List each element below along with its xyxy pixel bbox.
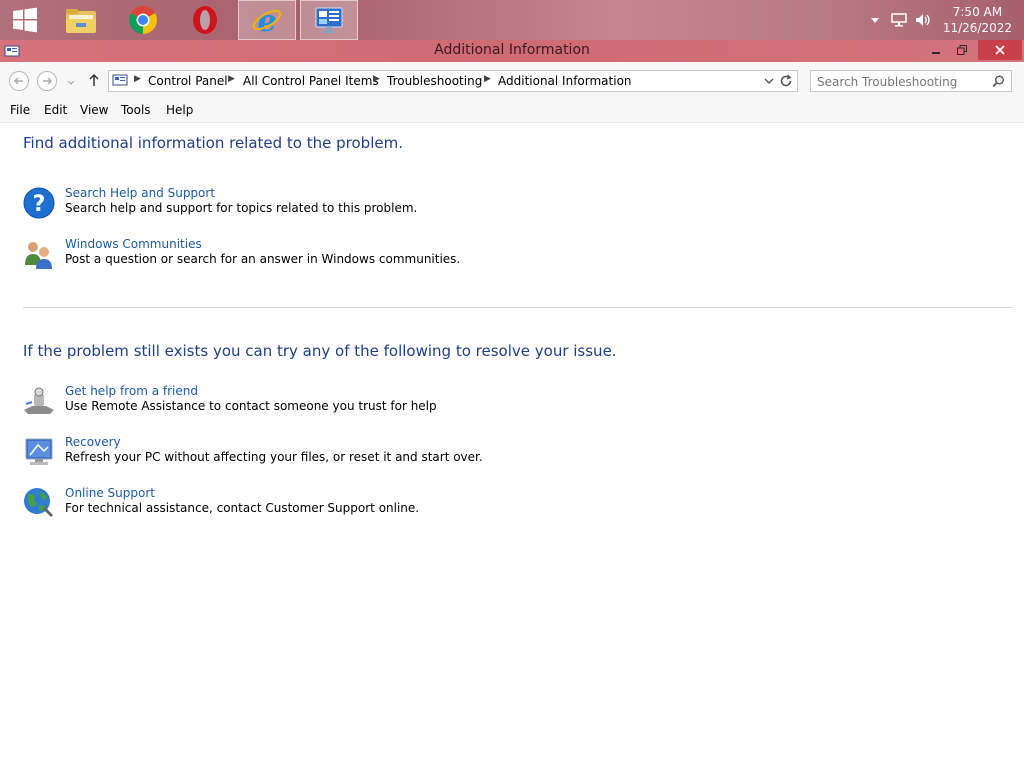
window-title: Additional Information — [434, 42, 590, 58]
task-link[interactable]: Windows Communities — [65, 237, 202, 251]
breadcrumb-separator-icon[interactable]: ▶ — [228, 74, 235, 84]
menu-help[interactable]: Help — [166, 103, 193, 117]
svg-text:e: e — [257, 4, 276, 36]
task-description: Use Remote Assistance to contact someone… — [65, 399, 437, 413]
task-link[interactable]: Online Support — [65, 486, 155, 500]
taskbar-opera[interactable] — [176, 0, 234, 40]
task-description: Post a question or search for an answer … — [65, 252, 461, 266]
task-link[interactable]: Search Help and Support — [65, 186, 215, 200]
clock[interactable]: 7:50 AM 11/26/2022 — [937, 4, 1024, 36]
clock-date: 11/26/2022 — [942, 21, 1012, 35]
restore-icon — [957, 45, 967, 55]
breadcrumb-additional-information[interactable]: Additional Information — [498, 74, 632, 88]
arrow-up-icon — [89, 73, 99, 86]
chevron-down-icon — [764, 78, 774, 84]
task-link[interactable]: Recovery — [65, 435, 121, 449]
refresh-button[interactable] — [776, 72, 796, 90]
chevron-down-icon — [67, 80, 75, 85]
address-bar[interactable]: ▶ Control Panel ▶ All Control Panel Item… — [108, 70, 798, 92]
show-hidden-icons-button[interactable] — [865, 10, 885, 30]
globe-icon — [24, 488, 54, 518]
section-heading-additional-info: Find additional information related to t… — [23, 134, 403, 152]
speaker-icon — [915, 14, 930, 26]
restore-button[interactable] — [948, 40, 976, 60]
arrow-left-icon — [14, 77, 23, 85]
search-input[interactable] — [815, 73, 989, 91]
taskbar-control-panel[interactable] — [300, 0, 358, 40]
taskbar: e 7:50 AM 11/26/2022 — [0, 0, 1024, 40]
breadcrumb-control-panel[interactable]: Control Panel — [148, 74, 228, 88]
navigation-bar: ▶ Control Panel ▶ All Control Panel Item… — [0, 62, 1024, 100]
section-heading-resolve-issue: If the problem still exists you can try … — [23, 342, 617, 360]
address-dropdown-button[interactable] — [763, 75, 775, 90]
breadcrumb-separator-icon[interactable]: ▶ — [484, 74, 491, 84]
opera-icon — [193, 6, 217, 34]
forward-button[interactable] — [37, 71, 57, 91]
close-icon — [995, 45, 1005, 55]
minimize-button[interactable] — [922, 40, 950, 60]
close-button[interactable] — [978, 40, 1022, 60]
task-link[interactable]: Get help from a friend — [65, 384, 198, 398]
recent-locations-button[interactable] — [66, 76, 76, 90]
window-title-bar[interactable]: Additional Information — [0, 40, 1024, 62]
control-panel-icon — [315, 7, 343, 33]
windows-logo-icon — [13, 7, 37, 33]
chrome-icon — [129, 6, 157, 34]
taskbar-chrome[interactable] — [114, 0, 172, 40]
breadcrumb-separator-icon[interactable]: ▶ — [134, 74, 141, 84]
minimize-icon — [932, 52, 940, 54]
network-icon — [891, 13, 907, 27]
menu-edit[interactable]: Edit — [44, 103, 67, 117]
triangle-up-icon — [870, 18, 879, 23]
taskbar-file-explorer[interactable] — [52, 0, 110, 40]
search-box[interactable] — [810, 70, 1012, 92]
menu-file[interactable]: File — [10, 103, 30, 117]
arrow-right-icon — [43, 77, 52, 85]
communities-icon — [25, 242, 52, 269]
back-button[interactable] — [9, 71, 29, 91]
search-icon[interactable] — [992, 75, 1005, 88]
clock-time: 7:50 AM — [952, 5, 1003, 19]
taskbar-internet-explorer[interactable]: e — [238, 0, 296, 40]
volume-tray-button[interactable] — [913, 10, 933, 30]
breadcrumb-all-control-panel-items[interactable]: All Control Panel Items — [243, 74, 379, 88]
help-icon: ? — [23, 187, 55, 219]
start-button[interactable] — [0, 0, 50, 40]
svg-text:?: ? — [33, 192, 46, 217]
control-panel-small-icon — [112, 74, 128, 86]
menu-view[interactable]: View — [80, 103, 108, 117]
task-description: For technical assistance, contact Custom… — [65, 501, 420, 515]
task-description: Search help and support for topics relat… — [65, 201, 418, 215]
breadcrumb-separator-icon[interactable]: ▶ — [373, 74, 380, 84]
internet-explorer-icon: e — [252, 4, 282, 36]
up-button[interactable] — [86, 72, 102, 91]
system-tray: 7:50 AM 11/26/2022 — [865, 0, 1024, 40]
refresh-icon — [780, 74, 792, 87]
section-divider — [23, 307, 1012, 308]
breadcrumb-troubleshooting[interactable]: Troubleshooting — [387, 74, 482, 88]
menu-bar: File Edit View Tools Help — [0, 100, 1024, 123]
task-description: Refresh your PC without affecting your f… — [65, 450, 483, 464]
menu-tools[interactable]: Tools — [121, 103, 151, 117]
network-tray-button[interactable] — [889, 10, 909, 30]
remote-assistance-icon — [24, 387, 54, 414]
folder-icon — [66, 9, 96, 33]
recovery-icon — [25, 438, 53, 465]
